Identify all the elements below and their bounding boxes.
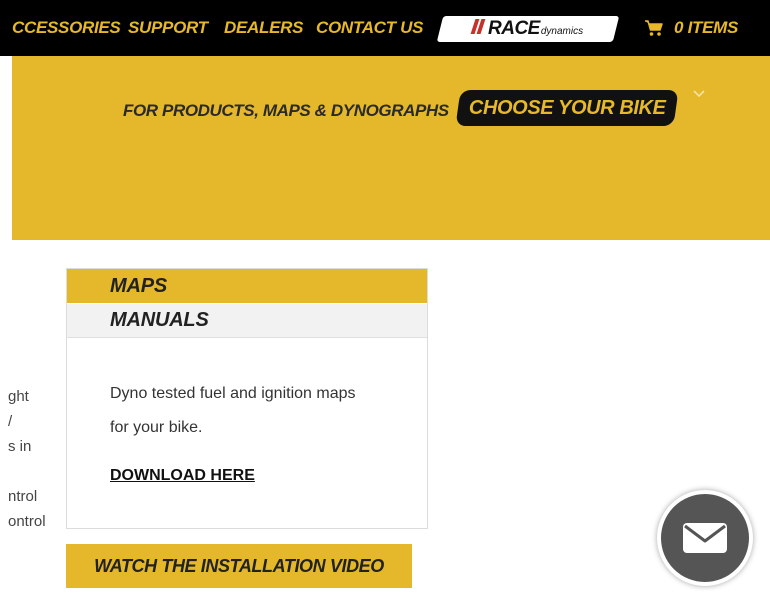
nav-contact-us[interactable]: CONTACT US (316, 18, 423, 38)
choose-your-bike-button[interactable]: CHOOSE YOUR BIKE (455, 90, 679, 126)
chat-button[interactable] (657, 490, 753, 586)
mail-icon (683, 523, 727, 553)
logo-dynamics-text: dynamics (540, 26, 584, 37)
side-text-line: / (8, 413, 13, 430)
description-line: for your bike. (110, 419, 203, 436)
choose-your-bike-label: CHOOSE YOUR BIKE (468, 96, 666, 119)
nav-support[interactable]: SUPPORT (128, 18, 208, 38)
cart-count: 0 ITEMS (674, 18, 739, 37)
chevron-down-icon[interactable] (692, 89, 706, 99)
tab-maps[interactable]: MAPS (67, 269, 427, 303)
side-text-line: ntrol (8, 488, 38, 505)
cart-icon (645, 20, 663, 36)
race-dynamics-logo[interactable]: RACE dynamics (436, 16, 620, 42)
resources-panel: MAPS MANUALS Dyno tested fuel and igniti… (66, 268, 428, 529)
cart-link[interactable]: 0 ITEMS (644, 18, 738, 38)
maps-description: Dyno tested fuel and ignition maps for y… (110, 377, 410, 445)
side-text-line: ontrol (8, 513, 46, 530)
bike-selector-banner: FOR PRODUCTS, MAPS & DYNOGRAPHS CHOOSE Y… (12, 56, 770, 240)
side-text-line: ght (8, 388, 29, 405)
banner-text: FOR PRODUCTS, MAPS & DYNOGRAPHS (123, 101, 449, 120)
logo-race-text: RACE (487, 18, 540, 39)
description-line: Dyno tested fuel and ignition maps (110, 385, 356, 402)
side-text-line: s in (8, 438, 32, 455)
nav-accessories[interactable]: CCESSORIES (12, 18, 121, 38)
download-here-link[interactable]: DOWNLOAD HERE (110, 467, 255, 485)
logo-bars-icon (470, 19, 486, 34)
nav-dealers[interactable]: DEALERS (224, 18, 303, 38)
watch-installation-video-button[interactable]: WATCH THE INSTALLATION VIDEO (66, 544, 412, 588)
tab-manuals[interactable]: MANUALS (67, 304, 427, 338)
top-nav: CCESSORIES SUPPORT DEALERS CONTACT US RA… (0, 0, 770, 56)
